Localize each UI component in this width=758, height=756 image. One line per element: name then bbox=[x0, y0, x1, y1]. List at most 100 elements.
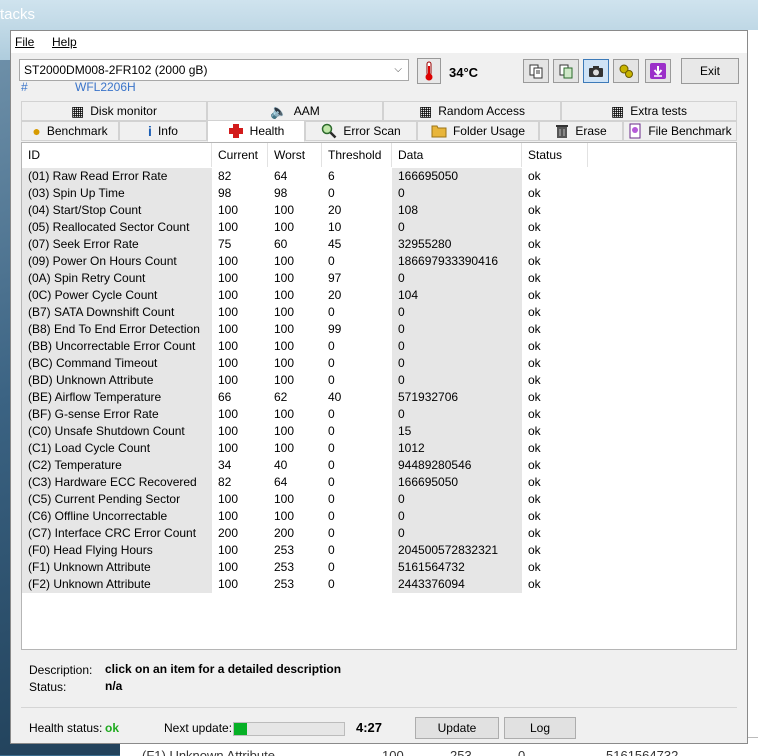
cell-current: 100 bbox=[218, 441, 239, 455]
log-button[interactable]: Log bbox=[504, 717, 576, 739]
cell-current: 82 bbox=[218, 475, 232, 489]
chevron-down-icon[interactable]: ⌵ bbox=[394, 60, 402, 80]
cell-current: 100 bbox=[218, 543, 239, 557]
tab-benchmark[interactable]: ● Benchmark bbox=[21, 121, 119, 141]
exit-button[interactable]: Exit bbox=[681, 58, 739, 84]
table-row[interactable]: (03) Spin Up Time 98 98 0 0 ok bbox=[22, 185, 736, 202]
tab-erase[interactable]: Erase bbox=[539, 121, 623, 141]
table-row[interactable]: (C0) Unsafe Shutdown Count 100 100 0 15 ok bbox=[22, 423, 736, 440]
cell-worst: 100 bbox=[274, 441, 295, 455]
cell-status: ok bbox=[528, 526, 541, 540]
column-header-id[interactable]: ID bbox=[22, 143, 212, 167]
next-update-label: Next update: bbox=[164, 721, 233, 735]
cell-threshold: 20 bbox=[328, 203, 342, 217]
copy-screenshot-button[interactable] bbox=[553, 59, 579, 83]
cell-data: 0 bbox=[392, 270, 522, 287]
copy-text-button[interactable] bbox=[523, 59, 549, 83]
table-row[interactable]: (BC) Command Timeout 100 100 0 0 ok bbox=[22, 355, 736, 372]
table-row[interactable]: (0A) Spin Retry Count 100 100 97 0 ok bbox=[22, 270, 736, 287]
cell-current: 100 bbox=[218, 271, 239, 285]
health-status-label: Health status: bbox=[29, 721, 103, 735]
cell-id: (B7) SATA Downshift Count bbox=[22, 304, 212, 321]
cell-worst: 64 bbox=[274, 475, 288, 489]
cell-current: 100 bbox=[218, 203, 239, 217]
menu-help[interactable]: Help bbox=[52, 35, 77, 49]
cell-worst: 200 bbox=[274, 526, 295, 540]
disk-select[interactable]: ST2000DM008-2FR102 (2000 gB) ⌵ bbox=[19, 59, 409, 81]
cell-worst: 100 bbox=[274, 203, 295, 217]
cell-data: 571932706 bbox=[392, 389, 522, 406]
tab-error-scan[interactable]: Error Scan bbox=[305, 121, 417, 141]
table-row[interactable]: (07) Seek Error Rate 75 60 45 32955280 ok bbox=[22, 236, 736, 253]
table-row[interactable]: (B8) End To End Error Detection 100 100 99 0… bbox=[22, 321, 736, 338]
cell-status: ok bbox=[528, 373, 541, 387]
table-row[interactable]: (C3) Hardware ECC Recovered 82 64 0 16669505… bbox=[22, 474, 736, 491]
column-header-status[interactable]: Status bbox=[522, 143, 588, 167]
column-header-data[interactable]: Data bbox=[392, 143, 522, 167]
cell-current: 100 bbox=[218, 339, 239, 353]
column-header-worst[interactable]: Worst bbox=[268, 143, 322, 167]
cell-threshold: 0 bbox=[328, 458, 335, 472]
update-button[interactable]: Update bbox=[415, 717, 499, 739]
cell-worst: 100 bbox=[274, 254, 295, 268]
tab-extra-tests[interactable]: ▦ Extra tests bbox=[561, 101, 737, 121]
cell-id: (03) Spin Up Time bbox=[22, 185, 212, 202]
cell-status: ok bbox=[528, 475, 541, 489]
tab-label: Error Scan bbox=[343, 124, 401, 138]
table-row[interactable]: (09) Power On Hours Count 100 100 0 18669793… bbox=[22, 253, 736, 270]
table-row[interactable]: (05) Reallocated Sector Count 100 100 10 0 ok bbox=[22, 219, 736, 236]
table-row[interactable]: (B7) SATA Downshift Count 100 100 0 0 ok bbox=[22, 304, 736, 321]
table-row[interactable]: (BB) Uncorrectable Error Count 100 100 0 0 ok bbox=[22, 338, 736, 355]
tab-random-access[interactable]: ▦ Random Access bbox=[383, 101, 561, 121]
tab-info[interactable]: i Info bbox=[119, 121, 207, 141]
cell-id: (F2) Unknown Attribute bbox=[22, 576, 212, 593]
cell-threshold: 0 bbox=[328, 560, 335, 574]
table-row[interactable]: (C7) Interface CRC Error Count 200 200 0 0 ok bbox=[22, 525, 736, 542]
table-row[interactable]: (C2) Temperature 34 40 0 94489280546 ok bbox=[22, 457, 736, 474]
background-window-title: tacks bbox=[0, 6, 36, 23]
tab-disk-monitor[interactable]: ▦ Disk monitor bbox=[21, 101, 207, 121]
cell-threshold: 0 bbox=[328, 373, 335, 387]
tab-file-benchmark[interactable]: File Benchmark bbox=[623, 121, 737, 141]
cell-id: (C5) Current Pending Sector bbox=[22, 491, 212, 508]
save-button[interactable] bbox=[645, 59, 671, 83]
cell-threshold: 0 bbox=[328, 424, 335, 438]
cell-worst: 253 bbox=[274, 543, 295, 557]
options-button[interactable] bbox=[613, 59, 639, 83]
menu-file[interactable]: File bbox=[15, 35, 34, 49]
cell-data: 0 bbox=[392, 355, 522, 372]
temperature-button[interactable] bbox=[417, 58, 441, 84]
health-cross-icon bbox=[228, 124, 243, 138]
table-row[interactable]: (04) Start/Stop Count 100 100 20 108 ok bbox=[22, 202, 736, 219]
cell-id: (BD) Unknown Attribute bbox=[22, 372, 212, 389]
table-row[interactable]: (F0) Head Flying Hours 100 253 0 20450057283… bbox=[22, 542, 736, 559]
info-icon: i bbox=[148, 123, 152, 139]
tab-folder-usage[interactable]: Folder Usage bbox=[417, 121, 539, 141]
cell-threshold: 10 bbox=[328, 220, 342, 234]
column-header-threshold[interactable]: Threshold bbox=[322, 143, 392, 167]
cell-id: (F0) Head Flying Hours bbox=[22, 542, 212, 559]
table-row[interactable]: (C1) Load Cycle Count 100 100 0 1012 ok bbox=[22, 440, 736, 457]
column-header-current[interactable]: Current bbox=[212, 143, 268, 167]
tab-health[interactable]: Health bbox=[207, 120, 305, 142]
hd-tune-window: File Help ST2000DM008-2FR102 (2000 gB) ⌵… bbox=[10, 30, 748, 744]
table-row[interactable]: (C6) Offline Uncorrectable 100 100 0 0 ok bbox=[22, 508, 736, 525]
table-row[interactable]: (F1) Unknown Attribute 100 253 0 5161564732 o… bbox=[22, 559, 736, 576]
cell-data: 108 bbox=[392, 202, 522, 219]
table-row[interactable]: (01) Raw Read Error Rate 82 64 6 166695050 ok bbox=[22, 168, 736, 185]
table-row[interactable]: (C5) Current Pending Sector 100 100 0 0 ok bbox=[22, 491, 736, 508]
status-bar: Health status: ok Next update: 4:27 Upda… bbox=[21, 707, 737, 740]
tab-aam[interactable]: 🔈 AAM bbox=[207, 101, 383, 121]
cell-status: ok bbox=[528, 322, 541, 336]
cell-worst: 100 bbox=[274, 288, 295, 302]
table-row[interactable]: (0C) Power Cycle Count 100 100 20 104 ok bbox=[22, 287, 736, 304]
cell-threshold: 40 bbox=[328, 390, 342, 404]
table-row[interactable]: (F2) Unknown Attribute 100 253 0 2443376094 o… bbox=[22, 576, 736, 593]
cell-current: 100 bbox=[218, 356, 239, 370]
next-update-progress bbox=[233, 722, 345, 736]
table-row[interactable]: (BD) Unknown Attribute 100 100 0 0 ok bbox=[22, 372, 736, 389]
folder-icon bbox=[431, 125, 447, 138]
screenshot-button[interactable] bbox=[583, 59, 609, 83]
table-row[interactable]: (BE) Airflow Temperature 66 62 40 571932706 o… bbox=[22, 389, 736, 406]
table-row[interactable]: (BF) G-sense Error Rate 100 100 0 0 ok bbox=[22, 406, 736, 423]
